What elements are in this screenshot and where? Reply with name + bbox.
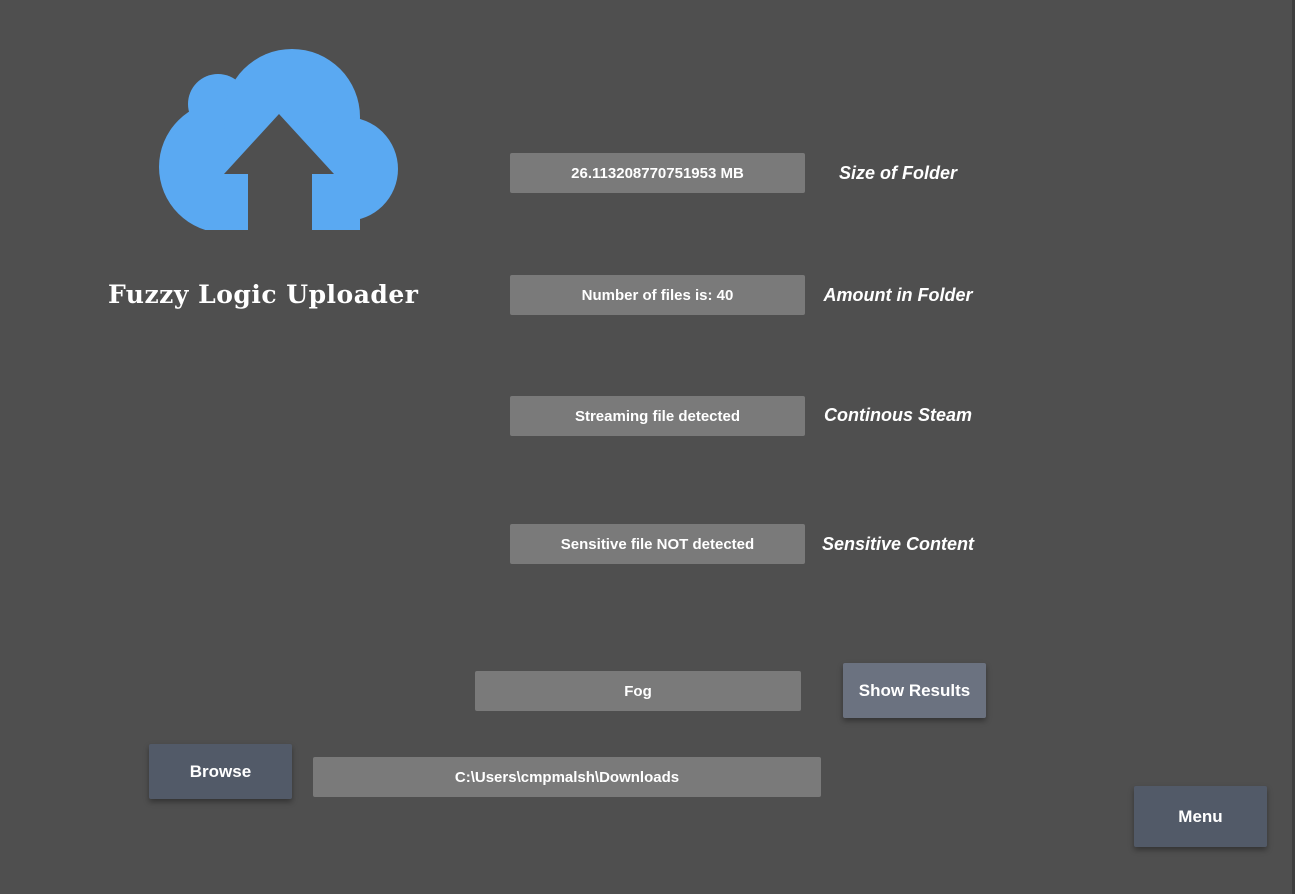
cloud-upload-icon [150, 49, 400, 233]
result-field: Fog [475, 671, 801, 711]
stream-field: Streaming file detected [510, 396, 805, 436]
file-count-label: Amount in Folder [823, 285, 973, 305]
sensitive-field: Sensitive file NOT detected [510, 524, 805, 564]
app-window: Fuzzy Logic Uploader 26.113208770751953 … [0, 0, 1295, 894]
show-results-button[interactable]: Show Results [843, 663, 986, 718]
folder-size-label: Size of Folder [838, 163, 957, 183]
folder-path-field[interactable]: C:\Users\cmpmalsh\Downloads [313, 757, 821, 797]
sensitive-label: Sensitive Content [821, 534, 975, 554]
menu-button[interactable]: Menu [1134, 786, 1267, 847]
stream-label: Continous Steam [823, 405, 972, 425]
folder-size-field: 26.113208770751953 MB [510, 153, 805, 193]
app-title: Fuzzy Logic Uploader [108, 280, 419, 309]
browse-button[interactable]: Browse [149, 744, 292, 799]
file-count-field: Number of files is: 40 [510, 275, 805, 315]
